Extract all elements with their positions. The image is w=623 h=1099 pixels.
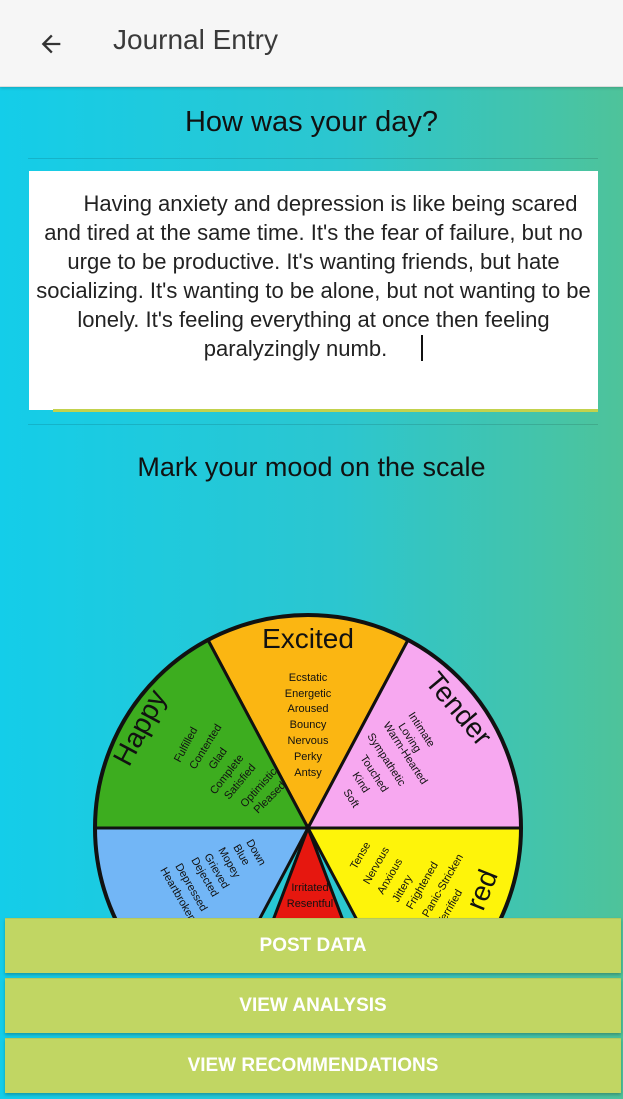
action-buttons: POST DATA VIEW ANALYSIS VIEW RECOMMENDAT…	[0, 912, 623, 1099]
post-data-button[interactable]: POST DATA	[5, 918, 621, 973]
svg-text:Bouncy: Bouncy	[290, 719, 327, 731]
mood-wheel[interactable]: Excited Ecstatic Energetic Aroused Bounc…	[0, 560, 623, 920]
journal-entry-text: Having anxiety and depression is like be…	[36, 191, 591, 361]
svg-text:Irritated: Irritated	[291, 882, 328, 894]
svg-text:Perky: Perky	[294, 751, 323, 763]
view-recommendations-button[interactable]: VIEW RECOMMENDATIONS	[5, 1038, 621, 1093]
svg-text:Ecstatic: Ecstatic	[289, 672, 328, 684]
svg-text:Aroused: Aroused	[288, 703, 329, 715]
svg-text:Energetic: Energetic	[285, 688, 332, 700]
arrow-back-icon	[41, 34, 61, 54]
mood-prompt: Mark your mood on the scale	[137, 452, 486, 482]
divider	[28, 424, 598, 425]
input-underline	[53, 409, 598, 412]
view-analysis-button[interactable]: VIEW ANALYSIS	[5, 978, 621, 1033]
svg-text:Antsy: Antsy	[294, 767, 322, 779]
svg-text:Resentful: Resentful	[287, 898, 333, 910]
excited-title: Excited	[262, 623, 354, 654]
text-cursor	[421, 335, 424, 361]
svg-text:Nervous: Nervous	[288, 735, 329, 747]
page-title: Journal Entry	[113, 24, 278, 55]
day-question: How was your day?	[184, 106, 439, 138]
divider	[28, 158, 598, 159]
journal-entry-input[interactable]: Having anxiety and depression is like be…	[29, 171, 598, 410]
back-button[interactable]	[28, 22, 74, 66]
app-bar: Journal Entry	[0, 0, 623, 87]
